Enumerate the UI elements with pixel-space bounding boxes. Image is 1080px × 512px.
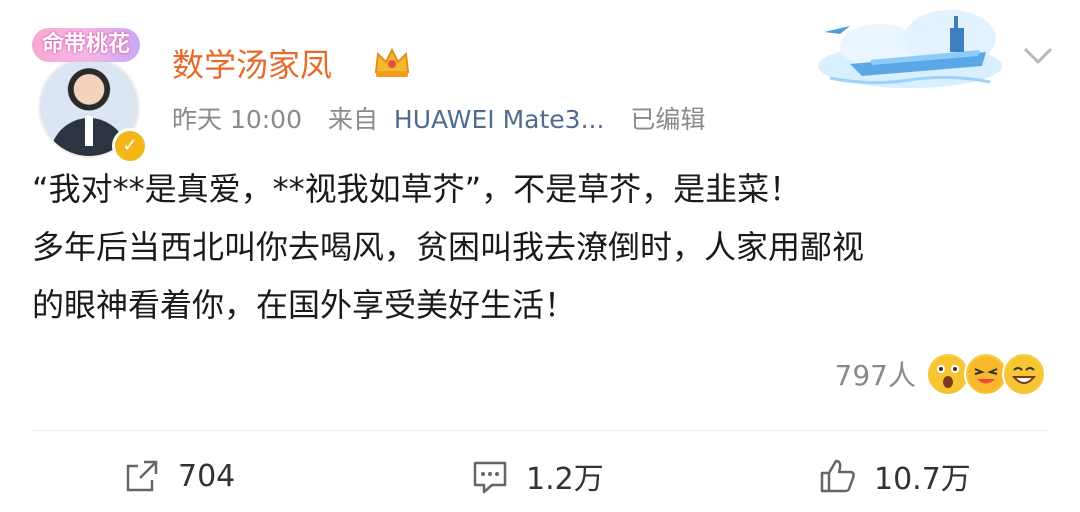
avatar-shirt	[85, 116, 93, 146]
device-link[interactable]: HUAWEI Mate3...	[394, 105, 605, 134]
action-bar: 704 1.2万 10.7万	[0, 448, 1080, 504]
aircraft-carrier-banner	[818, 10, 1002, 88]
verified-badge-icon: ✓	[112, 128, 148, 164]
grinning-emoji-icon	[1002, 352, 1046, 396]
repost-button[interactable]: 704	[122, 448, 235, 504]
post-time: 昨天 10:00	[172, 105, 302, 134]
post-content[interactable]: “我对**是真爱，**视我如草芥”，不是草芥，是韭菜！ 多年后当西北叫你去喝风，…	[32, 160, 1052, 334]
comment-icon	[473, 461, 507, 494]
post-meta: 昨天 10:00 来自 HUAWEI Mate3... 已编辑	[172, 100, 723, 136]
chevron-down-icon[interactable]	[1020, 38, 1056, 74]
like-button[interactable]: 10.7万	[818, 448, 971, 504]
divider	[32, 430, 1048, 431]
edited-label[interactable]: 已编辑	[630, 105, 705, 134]
username[interactable]: 数学汤家凤	[172, 40, 332, 86]
source-prefix: 来自	[327, 105, 378, 134]
repost-count: 704	[178, 458, 236, 494]
user-avatar[interactable]: 命带桃花 ✓	[32, 28, 148, 164]
post-text-line: 多年后当西北叫你去喝风，贫困叫我去潦倒时，人家用鄙视	[32, 228, 865, 266]
comment-button[interactable]: 1.2万	[470, 448, 604, 504]
post-text-line: “我对**是真爱，**视我如草芥”，不是草芥，是韭菜！	[32, 170, 802, 208]
thumbs-up-icon	[820, 459, 855, 493]
reaction-count: 797人	[834, 359, 916, 392]
reactions-summary[interactable]: 797人	[835, 352, 1046, 396]
crown-icon	[374, 47, 410, 77]
post-text-line: 的眼神看着你，在国外享受美好生活！	[32, 286, 577, 324]
like-count: 10.7万	[874, 462, 971, 497]
comment-count: 1.2万	[526, 462, 604, 497]
repost-icon	[126, 460, 158, 492]
avatar-pendant-badge: 命带桃花	[32, 28, 140, 62]
